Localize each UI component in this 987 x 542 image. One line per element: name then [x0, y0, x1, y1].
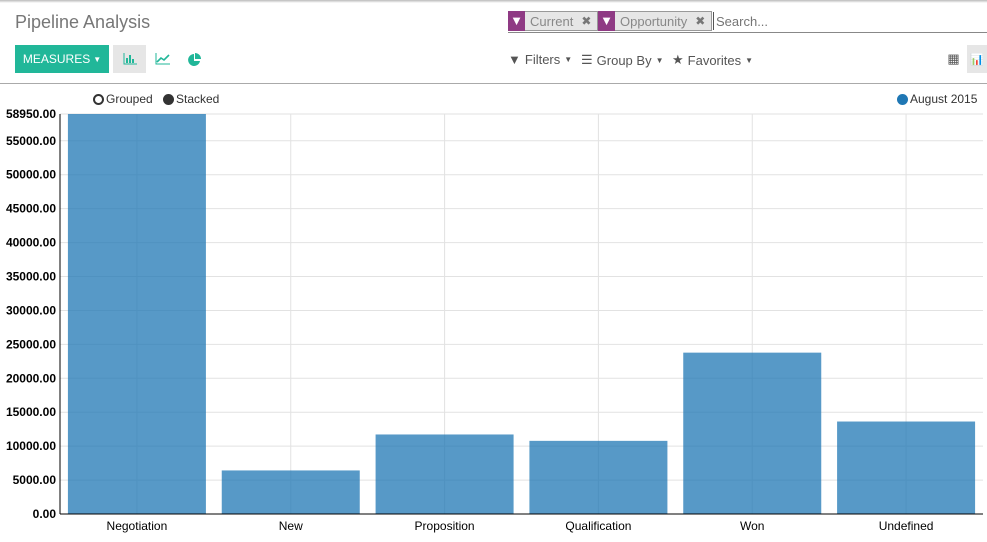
y-tick-label: 15000.00	[6, 405, 56, 419]
y-tick-label: 30000.00	[6, 303, 56, 317]
y-tick-label: 55000.00	[6, 134, 56, 148]
x-tick-label: Qualification	[565, 519, 631, 533]
x-tick-label: Won	[740, 519, 764, 533]
y-tick-label: 35000.00	[6, 270, 56, 284]
y-tick-label: 20000.00	[6, 371, 56, 385]
x-tick-label: Undefined	[879, 519, 934, 533]
y-tick-label: 0.00	[33, 507, 57, 521]
x-tick-label: Negotiation	[107, 519, 168, 533]
y-tick-label: 45000.00	[6, 202, 56, 216]
x-tick-label: New	[279, 519, 303, 533]
y-tick-label: 40000.00	[6, 236, 56, 250]
y-tick-label: 25000.00	[6, 337, 56, 351]
bar	[683, 352, 822, 514]
bar	[67, 114, 206, 514]
bar	[375, 434, 514, 514]
y-tick-label: 50000.00	[6, 168, 56, 182]
y-tick-label: 10000.00	[6, 439, 56, 453]
y-tick-label: 58950.00	[6, 107, 56, 121]
y-tick-label: 5000.00	[13, 473, 57, 487]
bar	[837, 421, 976, 514]
bar	[221, 470, 360, 514]
x-tick-label: Proposition	[415, 519, 475, 533]
bar	[529, 440, 668, 514]
bar-chart: 0.00 5000.00 10000.00 15000.00 20000.00 25000…	[6, 107, 983, 533]
